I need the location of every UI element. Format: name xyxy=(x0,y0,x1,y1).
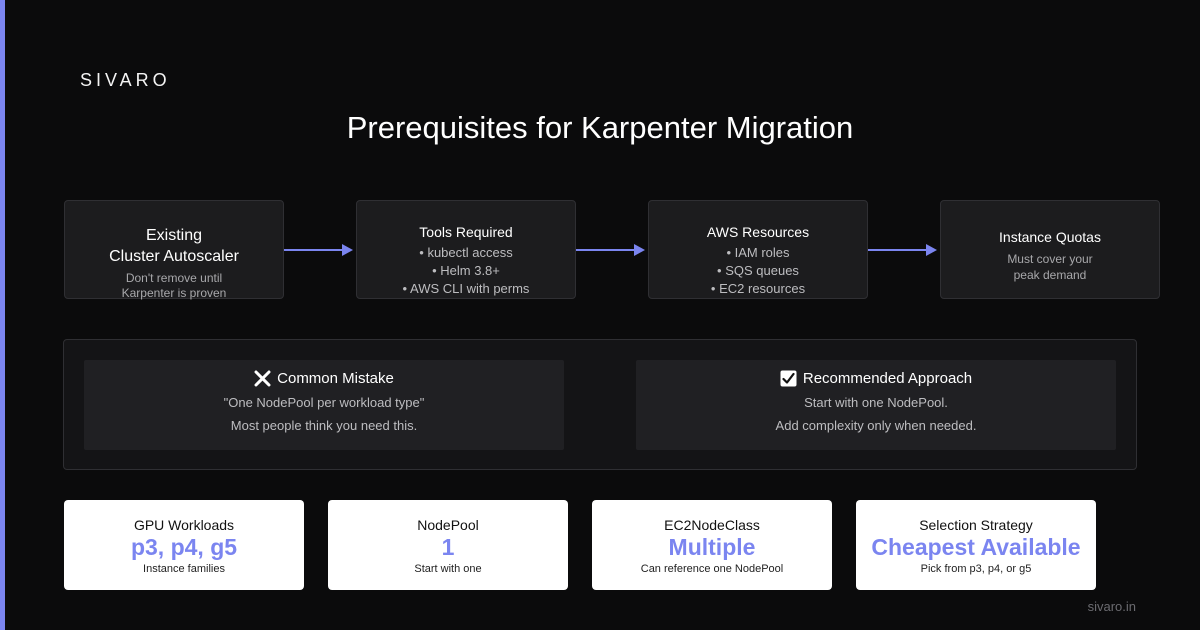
metric-sub: Pick from p3, p4, or g5 xyxy=(920,563,1032,575)
step-title: Existing Cluster Autoscaler xyxy=(65,225,283,267)
card-line: Add complexity only when needed. xyxy=(775,418,977,433)
metric-value: 1 xyxy=(441,534,455,560)
cross-mark-icon xyxy=(254,370,271,387)
brand-logo: SIVARO xyxy=(80,70,171,90)
step-subtitle: Don't remove until Karpenter is proven xyxy=(65,271,283,301)
card-line: Most people think you need this. xyxy=(230,418,418,433)
page-title: Prerequisites for Karpenter Migration xyxy=(346,110,854,145)
step-sub-line2: Karpenter is proven xyxy=(121,286,227,300)
check-box-icon xyxy=(780,370,797,387)
list-item: Helm 3.8+ xyxy=(357,262,575,280)
list-item: SQS queues xyxy=(649,262,867,280)
metric-label: Selection Strategy xyxy=(919,517,1033,533)
metric-sub: Instance families xyxy=(143,563,225,575)
card-title-text: Recommended Approach xyxy=(802,370,973,387)
step-item-list: IAM roles SQS queues EC2 resources xyxy=(649,244,867,298)
step-aws-resources: AWS Resources IAM roles SQS queues EC2 r… xyxy=(648,200,868,299)
step-title: AWS Resources xyxy=(706,224,810,240)
metric-nodepool: NodePool 1 Start with one xyxy=(328,500,568,590)
card-line: "One NodePool per workload type" xyxy=(223,395,425,410)
step-title: Tools Required xyxy=(419,224,513,240)
step-title-line2: Cluster Autoscaler xyxy=(109,248,239,265)
step-title-line1: Existing xyxy=(145,227,203,244)
metric-sub: Can reference one NodePool xyxy=(640,563,784,575)
list-item: EC2 resources xyxy=(649,280,867,298)
step-tools-required: Tools Required kubectl access Helm 3.8+ … xyxy=(356,200,576,299)
recommended-approach-card: Recommended Approach Start with one Node… xyxy=(636,360,1116,450)
metric-value: Cheapest Available xyxy=(871,534,1081,560)
list-item: IAM roles xyxy=(649,244,867,262)
list-item: kubectl access xyxy=(357,244,575,262)
list-item: AWS CLI with perms xyxy=(357,280,575,298)
metric-ec2nodeclass: EC2NodeClass Multiple Can reference one … xyxy=(592,500,832,590)
step-subtitle: Must cover your peak demand xyxy=(941,251,1159,283)
step-sub-line1: Don't remove until xyxy=(125,271,223,285)
metric-sub: Start with one xyxy=(414,563,482,575)
step-sub-line1: Must cover your xyxy=(1007,252,1093,266)
card-title: Common Mistake xyxy=(84,370,564,387)
metric-value: p3, p4, g5 xyxy=(130,534,238,560)
left-accent-bar xyxy=(0,0,5,630)
card-line: Start with one NodePool. xyxy=(804,395,948,410)
footer-url: sivaro.in xyxy=(1087,599,1136,614)
comparison-panel: Common Mistake "One NodePool per workloa… xyxy=(63,339,1137,470)
step-title: Instance Quotas xyxy=(999,229,1101,245)
step-existing-autoscaler: Existing Cluster Autoscaler Don't remove… xyxy=(64,200,284,301)
common-mistake-card: Common Mistake "One NodePool per workloa… xyxy=(84,360,564,450)
arrow-right-icon xyxy=(868,244,937,256)
metric-label: GPU Workloads xyxy=(133,517,235,533)
card-title: Recommended Approach xyxy=(636,370,1116,387)
metric-label: NodePool xyxy=(417,517,479,533)
arrow-right-icon xyxy=(284,244,353,256)
metric-gpu-workloads: GPU Workloads p3, p4, g5 Instance famili… xyxy=(64,500,304,590)
metric-label: EC2NodeClass xyxy=(664,517,760,533)
step-item-list: kubectl access Helm 3.8+ AWS CLI with pe… xyxy=(357,244,575,298)
card-title-text: Common Mistake xyxy=(277,370,394,387)
arrow-right-icon xyxy=(576,244,645,256)
metric-selection-strategy: Selection Strategy Cheapest Available Pi… xyxy=(856,500,1096,590)
metric-value: Multiple xyxy=(668,534,756,560)
step-instance-quotas: Instance Quotas Must cover your peak dem… xyxy=(940,200,1160,299)
step-sub-line2: peak demand xyxy=(1013,268,1087,282)
